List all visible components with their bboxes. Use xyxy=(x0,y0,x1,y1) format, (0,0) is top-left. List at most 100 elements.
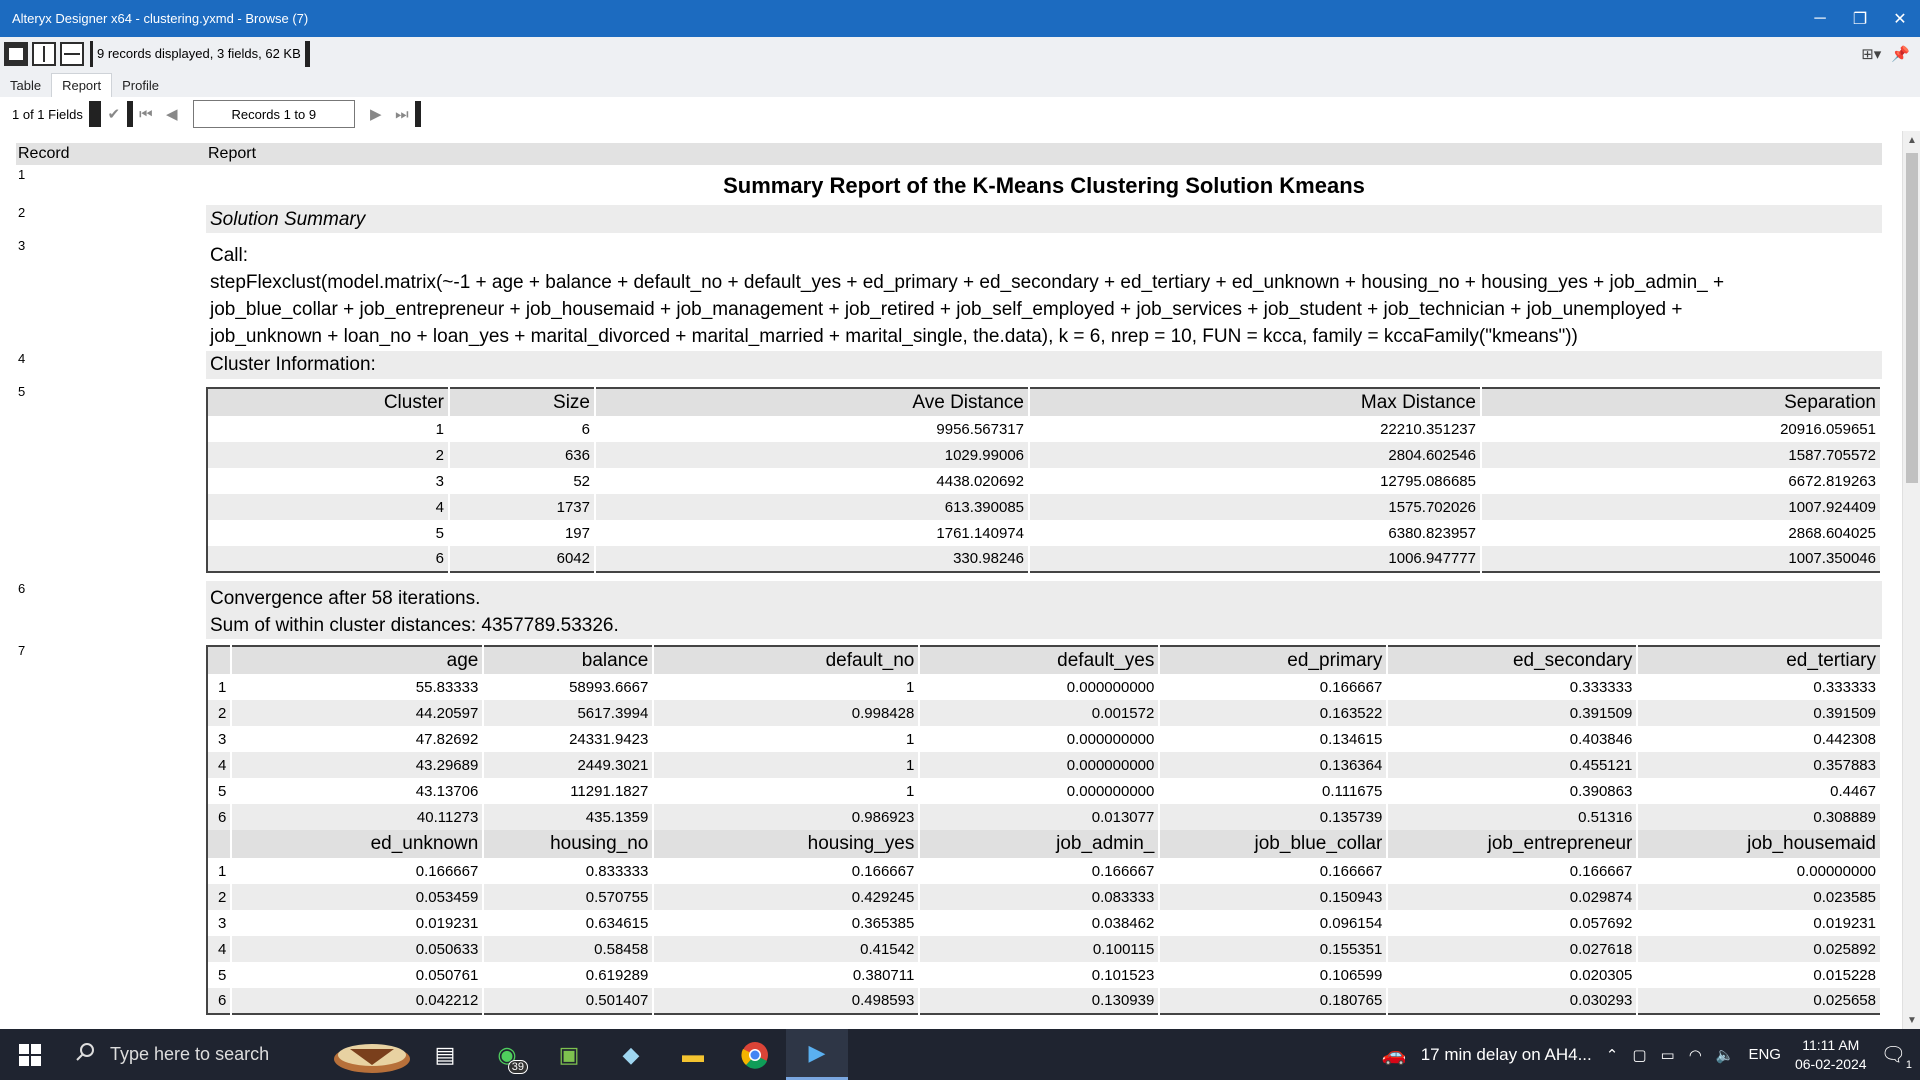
table-row: 6 40.11273 435.1359 0.986923 0.013077 0.13573… xyxy=(207,804,1882,830)
table-row: 3 52 4438.020692 12795.086685 6672.819263 xyxy=(207,468,1882,494)
table-cell: 0.042212 xyxy=(231,988,485,1014)
table-cell: 0.634615 xyxy=(483,910,655,936)
row-index: 1 xyxy=(207,858,233,884)
solution-summary-heading: Solution Summary xyxy=(206,205,1882,233)
tab-report[interactable]: Report xyxy=(51,73,113,97)
store-icon[interactable]: ▣ xyxy=(538,1029,600,1080)
last-record-icon[interactable]: ⏭ xyxy=(389,101,415,127)
table-cell: 58993.6667 xyxy=(483,674,655,700)
table-row: 4 1737 613.390085 1575.702026 1007.924409 xyxy=(207,494,1882,520)
table-cell: 6 xyxy=(449,416,596,442)
single-view-icon[interactable] xyxy=(4,42,28,66)
table-cell: 1006.947777 xyxy=(1029,546,1482,572)
chevron-up-icon[interactable]: ⌃ xyxy=(1606,1046,1619,1064)
table-row: 1 55.83333 58993.6667 1 0.000000000 0.166667 0… xyxy=(207,674,1882,700)
table-cell: 0.019231 xyxy=(1637,910,1882,936)
table-cell: 9956.567317 xyxy=(595,416,1030,442)
clock[interactable]: 11:11 AM 06-02-2024 xyxy=(1795,1036,1867,1074)
table-row: 5 197 1761.140974 6380.823957 2868.604025 xyxy=(207,520,1882,546)
maximize-button[interactable]: ❐ xyxy=(1840,0,1880,37)
table-cell: 0.030293 xyxy=(1387,988,1639,1014)
volume-icon[interactable]: 🔈 xyxy=(1716,1046,1735,1064)
vertical-scrollbar[interactable]: ▲ ▼ xyxy=(1902,131,1920,1029)
column-header: ed_unknown xyxy=(231,830,485,858)
meet-now-icon[interactable]: ▢ xyxy=(1632,1046,1646,1064)
report-row: 3 Call: stepFlexclust(model.matrix(~-1 +… xyxy=(16,238,1882,347)
pie-image-icon[interactable] xyxy=(330,1035,414,1075)
task-view-icon[interactable]: ▤ xyxy=(414,1029,476,1080)
language-indicator[interactable]: ENG xyxy=(1748,1046,1781,1063)
file-explorer-icon[interactable]: ▬ xyxy=(662,1029,724,1080)
fields-selector[interactable]: 1 of 1 Fields xyxy=(0,107,89,122)
taskbar-search[interactable]: Type here to search xyxy=(60,1029,330,1080)
previous-record-icon[interactable]: ◀ xyxy=(159,101,185,127)
notifications-icon[interactable]: 🗨 1 xyxy=(1881,1042,1912,1071)
view-tabs: Table Report Profile xyxy=(0,71,1920,97)
row-index: 3 xyxy=(207,910,233,936)
separator xyxy=(88,101,101,127)
windows-taskbar: Type here to search ▤ ◉ 39 ▣ ◆ ▬ ▶ 🚗 17 … xyxy=(0,1029,1920,1080)
column-header: Size xyxy=(449,388,596,416)
next-record-icon[interactable]: ▶ xyxy=(363,101,389,127)
close-button[interactable]: ✕ xyxy=(1880,0,1920,37)
scroll-down-icon[interactable]: ▼ xyxy=(1903,1011,1920,1029)
table-cell: 2804.602546 xyxy=(1029,442,1482,468)
table-cell: 6380.823957 xyxy=(1029,520,1482,546)
records-info: 9 records displayed, 3 fields, 62 KB xyxy=(90,41,310,67)
row-index: 2 xyxy=(207,884,233,910)
scrollbar-thumb[interactable] xyxy=(1906,153,1918,483)
table-cell: 0.083333 xyxy=(919,884,1161,910)
tab-table[interactable]: Table xyxy=(0,74,51,97)
table-cell: 2449.3021 xyxy=(483,752,655,778)
column-header: age xyxy=(231,646,485,674)
table-cell: 0.027618 xyxy=(1387,936,1639,962)
whatsapp-icon[interactable]: ◉ 39 xyxy=(476,1029,538,1080)
checkmark-icon[interactable]: ✔ xyxy=(101,101,127,127)
table-row: 6 6042 330.98246 1006.947777 1007.350046 xyxy=(207,546,1882,572)
table-cell: 0.013077 xyxy=(919,804,1161,830)
table-cell: 0.166667 xyxy=(1159,858,1389,884)
traffic-notification[interactable]: 17 min delay on AH4... xyxy=(1421,1045,1592,1065)
column-header: Cluster xyxy=(207,388,450,416)
pin-icon[interactable]: 📌 xyxy=(1891,45,1910,63)
table-cell: 0.391509 xyxy=(1637,700,1882,726)
grid-header: Record Report xyxy=(16,143,1882,165)
record-number: 7 xyxy=(18,643,26,658)
column-header: ed_tertiary xyxy=(1637,646,1882,674)
first-record-icon[interactable]: ⏮ xyxy=(133,101,159,127)
report-column-header[interactable]: Report xyxy=(208,145,256,163)
report-view[interactable]: Record Report 1 Summary Report of the K-… xyxy=(0,131,1920,1029)
records-range-field[interactable]: Records 1 to 9 xyxy=(192,100,355,128)
scroll-up-icon[interactable]: ▲ xyxy=(1903,131,1920,149)
table-cell: 0.100115 xyxy=(919,936,1161,962)
alteryx-icon[interactable]: ▶ xyxy=(786,1029,848,1080)
table-cell: 1029.99006 xyxy=(595,442,1030,468)
table-cell: 12795.086685 xyxy=(1029,468,1482,494)
table-cell: 6672.819263 xyxy=(1481,468,1882,494)
traffic-alert-icon[interactable]: 🚗 xyxy=(1382,1042,1407,1067)
table-cell: 0.998428 xyxy=(653,700,921,726)
layout-dropdown-icon[interactable]: ⊞▾ xyxy=(1861,45,1881,63)
tab-profile[interactable]: Profile xyxy=(112,74,169,97)
split-horizontal-icon[interactable] xyxy=(60,42,84,66)
table-cell: 1 xyxy=(653,752,921,778)
table-cell: 1587.705572 xyxy=(1481,442,1882,468)
chrome-icon[interactable] xyxy=(724,1029,786,1080)
windows-start-icon[interactable] xyxy=(0,1029,60,1080)
table-cell: 1 xyxy=(653,674,921,700)
record-column-header[interactable]: Record xyxy=(18,145,70,163)
row-index: 6 xyxy=(207,988,233,1014)
table-cell: 0.442308 xyxy=(1637,726,1882,752)
index-header xyxy=(207,646,233,674)
split-vertical-icon[interactable] xyxy=(32,42,56,66)
index-header xyxy=(207,830,233,858)
battery-icon[interactable]: ▭ xyxy=(1661,1046,1675,1064)
cluster-info-table: Cluster Size Ave Distance Max Distance S… xyxy=(206,387,1882,573)
table-cell: 0.180765 xyxy=(1159,988,1389,1014)
table-row: 3 47.82692 24331.9423 1 0.000000000 0.134615 0… xyxy=(207,726,1882,752)
wifi-icon[interactable]: ◠ xyxy=(1689,1046,1702,1064)
notepad-icon[interactable]: ◆ xyxy=(600,1029,662,1080)
table-cell: 0.365385 xyxy=(653,910,921,936)
table-cell: 0.057692 xyxy=(1387,910,1639,936)
minimize-button[interactable]: ─ xyxy=(1800,0,1840,37)
